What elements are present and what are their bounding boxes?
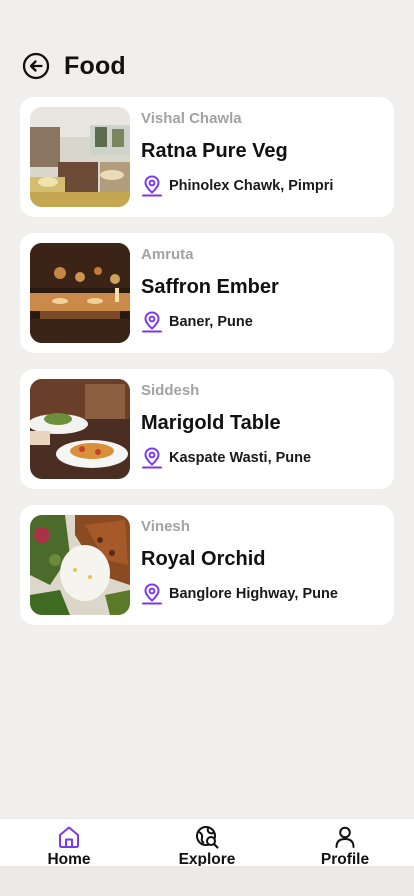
restaurant-name: Royal Orchid: [141, 548, 266, 570]
restaurant-image: [30, 515, 130, 615]
location-text: Banglore Highway, Pune: [169, 586, 338, 602]
restaurant-image: [30, 243, 130, 343]
bottom-nav: Home Explore Profile: [0, 818, 414, 868]
restaurant-location: Phinolex Chawk, Pimpri: [141, 174, 333, 198]
restaurant-location: Kaspate Wasti, Pune: [141, 446, 311, 470]
header: Food: [22, 50, 126, 82]
map-pin-icon: [141, 582, 163, 606]
owner-name: Amruta: [141, 246, 194, 263]
location-text: Baner, Pune: [169, 314, 253, 330]
food-screen: Food Vishal Chawla Ratna Pure Veg Phinol…: [0, 0, 414, 896]
explore-globe-icon: [194, 824, 220, 850]
restaurant-name: Saffron Ember: [141, 276, 279, 298]
restaurant-location: Baner, Pune: [141, 310, 279, 334]
restaurant-image: [30, 379, 130, 479]
nav-item-profile[interactable]: Profile: [276, 819, 414, 868]
map-pin-icon: [141, 174, 163, 198]
home-icon: [56, 824, 82, 850]
restaurant-info: Siddesh Marigold Table Kaspate Wasti, Pu…: [141, 379, 311, 470]
restaurant-card[interactable]: Amruta Saffron Ember Baner, Pune: [20, 233, 394, 353]
user-icon: [332, 824, 358, 850]
back-button[interactable]: [22, 52, 50, 80]
restaurant-location: Banglore Highway, Pune: [141, 582, 338, 606]
restaurant-info: Amruta Saffron Ember Baner, Pune: [141, 243, 279, 334]
restaurant-card[interactable]: Vinesh Royal Orchid Banglore Highway, Pu…: [20, 505, 394, 625]
location-text: Phinolex Chawk, Pimpri: [169, 178, 334, 194]
owner-name: Vishal Chawla: [141, 110, 242, 127]
restaurant-image: [30, 107, 130, 207]
nav-item-explore[interactable]: Explore: [138, 819, 276, 868]
map-pin-icon: [141, 446, 163, 470]
restaurant-list: Vishal Chawla Ratna Pure Veg Phinolex Ch…: [20, 97, 394, 641]
restaurant-card[interactable]: Vishal Chawla Ratna Pure Veg Phinolex Ch…: [20, 97, 394, 217]
system-bar: [0, 866, 414, 896]
restaurant-card[interactable]: Siddesh Marigold Table Kaspate Wasti, Pu…: [20, 369, 394, 489]
page-title: Food: [64, 51, 126, 80]
map-pin-icon: [141, 310, 163, 334]
restaurant-name: Ratna Pure Veg: [141, 140, 288, 162]
owner-name: Siddesh: [141, 382, 200, 399]
owner-name: Vinesh: [141, 518, 190, 535]
nav-item-home[interactable]: Home: [0, 819, 138, 868]
restaurant-info: Vishal Chawla Ratna Pure Veg Phinolex Ch…: [141, 107, 333, 198]
arrow-left-circle-icon: [22, 52, 50, 80]
restaurant-name: Marigold Table: [141, 412, 281, 434]
location-text: Kaspate Wasti, Pune: [169, 450, 312, 466]
restaurant-info: Vinesh Royal Orchid Banglore Highway, Pu…: [141, 515, 338, 606]
